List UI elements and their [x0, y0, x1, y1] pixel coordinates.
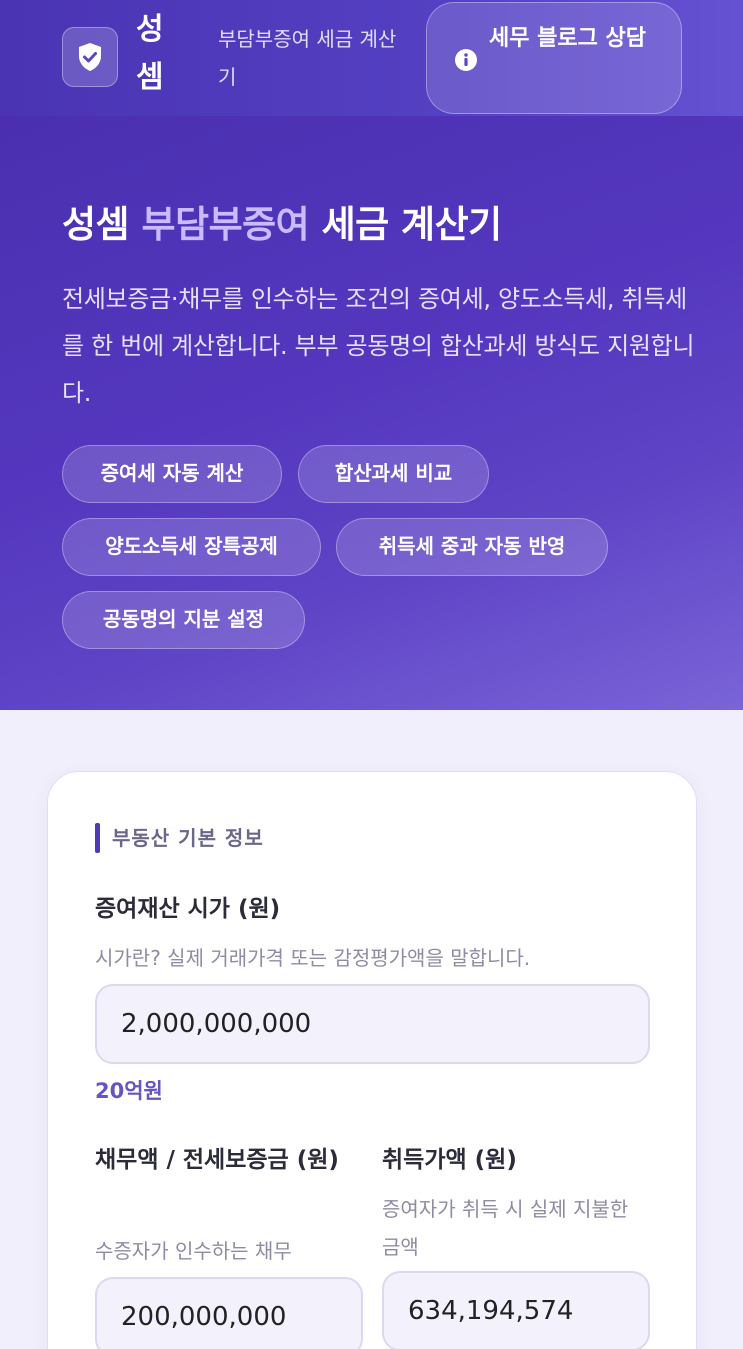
market-value-label: 증여재산 시가 (원): [95, 896, 281, 922]
logo-badge[interactable]: [62, 27, 118, 87]
hero-title: 성셈 부담부증여 세금 계산기: [62, 200, 702, 250]
hero-title-accent: 부담부증여: [141, 203, 310, 246]
hero-title-rest: 세금 계산기: [321, 203, 503, 246]
hero-title-brand: 성셈: [62, 203, 130, 246]
brand-subtitle: 부담부증여 세금 계산기: [218, 27, 397, 89]
acquisition-help: 증여자가 취득 시 실제 지불한 금액: [382, 1197, 629, 1259]
info-icon: [455, 49, 477, 71]
blog-consult-label: 세무 블로그 상담: [489, 26, 646, 51]
acquisition-label: 취득가액 (원): [382, 1147, 517, 1173]
market-value-help: 시가란? 실제 거래가격 또는 감정평가액을 말합니다.: [95, 946, 531, 970]
acquisition-input[interactable]: [382, 1271, 650, 1349]
hero-section: 성셈 부담부증여 세금 계산기 전세보증금·채무를 인수하는 조건의 증여세, …: [0, 116, 743, 710]
feature-chip: 양도소득세 장특공제: [62, 518, 321, 576]
debt-label: 채무액 / 전세보증금 (원): [95, 1147, 339, 1173]
feature-chip: 합산과세 비교: [298, 445, 489, 503]
feature-chip: 취득세 중과 자동 반영: [336, 518, 608, 576]
shield-check-icon: [79, 43, 101, 71]
property-info-card: 부동산 기본 정보 증여재산 시가 (원) 시가란? 실제 거래가격 또는 감정…: [47, 771, 697, 1349]
feature-chip: 증여세 자동 계산: [62, 445, 282, 503]
debt-input[interactable]: [95, 1277, 363, 1349]
market-value-input[interactable]: [95, 984, 650, 1064]
hero-description: 전세보증금·채무를 인수하는 조건의 증여세, 양도소득세, 취득세를 한 번에…: [62, 285, 695, 407]
section-title: 부동산 기본 정보: [112, 826, 264, 850]
debt-help: 수증자가 인수하는 채무: [95, 1239, 292, 1263]
top-header: 성셈 부담부증여 세금 계산기 세무 블로그 상담: [0, 0, 743, 116]
section-accent-bar: [95, 823, 100, 853]
market-value-korean: 20억원: [95, 1079, 163, 1103]
feature-chip: 공동명의 지분 설정: [62, 591, 305, 649]
blog-consult-button[interactable]: 세무 블로그 상담: [426, 2, 682, 114]
brand-name[interactable]: 성셈: [136, 6, 176, 102]
